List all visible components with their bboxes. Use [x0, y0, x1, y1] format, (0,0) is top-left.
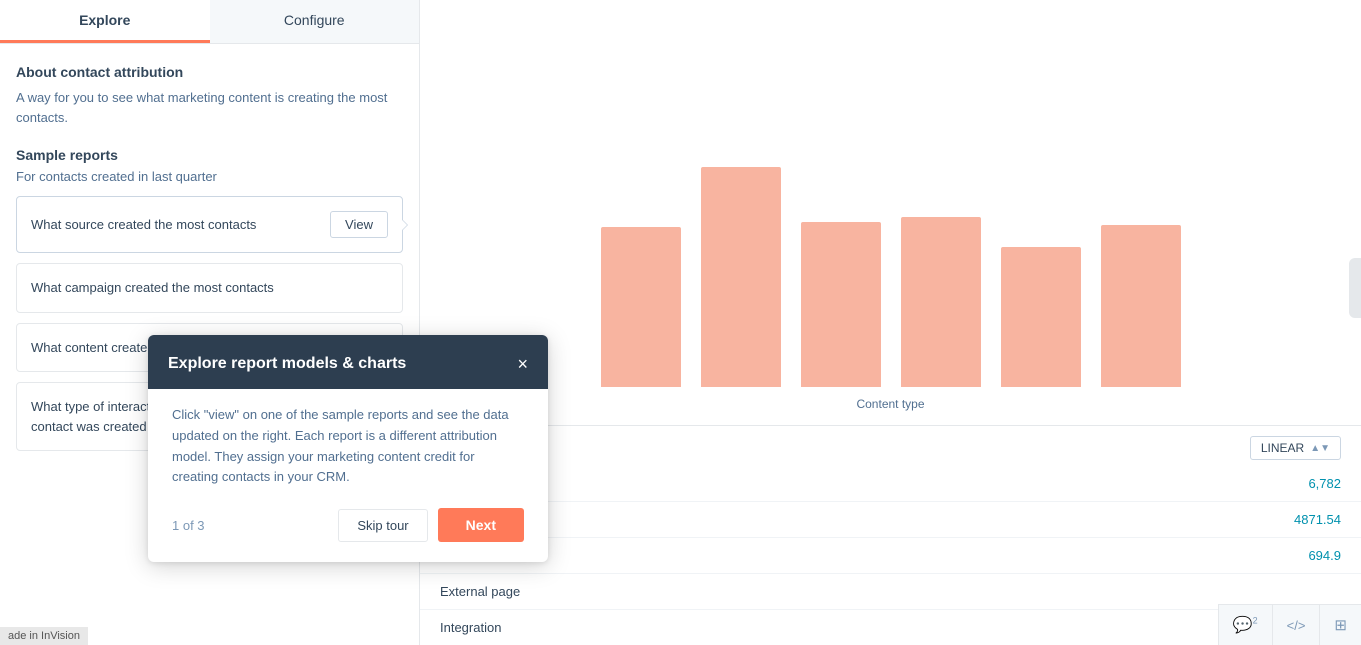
tooltip-footer: 1 of 3 Skip tour Next — [172, 500, 524, 542]
grid-icon: ⊞ — [1334, 616, 1347, 634]
tooltip-body: Click "view" on one of the sample report… — [172, 389, 524, 500]
linear-label: LINEAR — [1261, 441, 1304, 455]
table-cell-value-3: 694.9 — [966, 538, 1361, 574]
chart-container: Content type — [450, 20, 1331, 415]
chat-icon: 💬2 — [1233, 615, 1258, 635]
linear-badge[interactable]: LINEAR ▲▼ — [1250, 436, 1341, 460]
tooltip-buttons: Skip tour Next — [338, 508, 524, 542]
next-button[interactable]: Next — [438, 508, 524, 542]
bar-wrap-3 — [801, 222, 881, 387]
right-panel: Content type LINEAR ▲▼ 6,782 ation — [420, 0, 1361, 645]
table-header-row: LINEAR ▲▼ — [420, 426, 1361, 466]
bar-chart — [450, 127, 1331, 387]
about-title: About contact attribution — [16, 64, 403, 80]
bar-2 — [701, 167, 781, 387]
bar-wrap-1 — [601, 227, 681, 387]
tooltip-popup: Explore report models & charts × Click "… — [148, 335, 548, 562]
view-button-1[interactable]: View — [330, 211, 388, 238]
right-edge-icons: 💬2 </> ⊞ — [1218, 604, 1361, 645]
table-cell-label-4: External page — [420, 574, 966, 610]
report-card-1: What source created the most contacts Vi… — [16, 196, 403, 253]
bar-wrap-2 — [701, 167, 781, 387]
tooltip-title: Explore report models & charts — [168, 355, 406, 373]
code-icon-button[interactable]: </> — [1273, 605, 1321, 645]
x-axis-label: Content type — [450, 397, 1331, 415]
tooltip-popup-header-bg: Explore report models & charts × — [148, 335, 548, 389]
table-row: 694.9 — [420, 538, 1361, 574]
report-card-2: What campaign created the most contacts — [16, 263, 403, 313]
about-desc: A way for you to see what marketing cont… — [16, 88, 403, 127]
tab-explore[interactable]: Explore — [0, 0, 210, 43]
bar-6 — [1101, 225, 1181, 387]
tabs-container: Explore Configure — [0, 0, 419, 44]
report-card-1-text: What source created the most contacts — [31, 215, 330, 235]
bar-4 — [901, 217, 981, 387]
bar-wrap-4 — [901, 217, 981, 387]
table-cell-value-1: 6,782 — [966, 466, 1361, 502]
for-contacts-label: For contacts created in last quarter — [16, 169, 403, 184]
table-cell-label-5: Integration — [420, 610, 966, 645]
tooltip-header-row: Explore report models & charts × — [168, 355, 528, 389]
tooltip-close-button[interactable]: × — [517, 355, 528, 373]
bar-1 — [601, 227, 681, 387]
skip-tour-button[interactable]: Skip tour — [338, 509, 427, 542]
chat-icon-button[interactable]: 💬2 — [1219, 605, 1273, 645]
chart-area: Content type — [420, 0, 1361, 425]
table-row: 6,782 — [420, 466, 1361, 502]
bar-3 — [801, 222, 881, 387]
report-card-2-text: What campaign created the most contacts — [31, 278, 388, 298]
bar-wrap-5 — [1001, 247, 1081, 387]
table-row: ation 4871.54 — [420, 502, 1361, 538]
scroll-handle[interactable] — [1349, 258, 1361, 318]
code-icon: </> — [1287, 618, 1306, 633]
sample-reports-label: Sample reports — [16, 147, 403, 163]
tooltip-step: 1 of 3 — [172, 518, 205, 533]
table-cell-value-2: 4871.54 — [966, 502, 1361, 538]
sort-icon: ▲▼ — [1310, 443, 1330, 454]
tab-configure[interactable]: Configure — [210, 0, 420, 43]
bar-wrap-6 — [1101, 225, 1181, 387]
bar-5 — [1001, 247, 1081, 387]
invision-badge: ade in InVision — [0, 627, 88, 645]
grid-icon-button[interactable]: ⊞ — [1320, 605, 1361, 645]
